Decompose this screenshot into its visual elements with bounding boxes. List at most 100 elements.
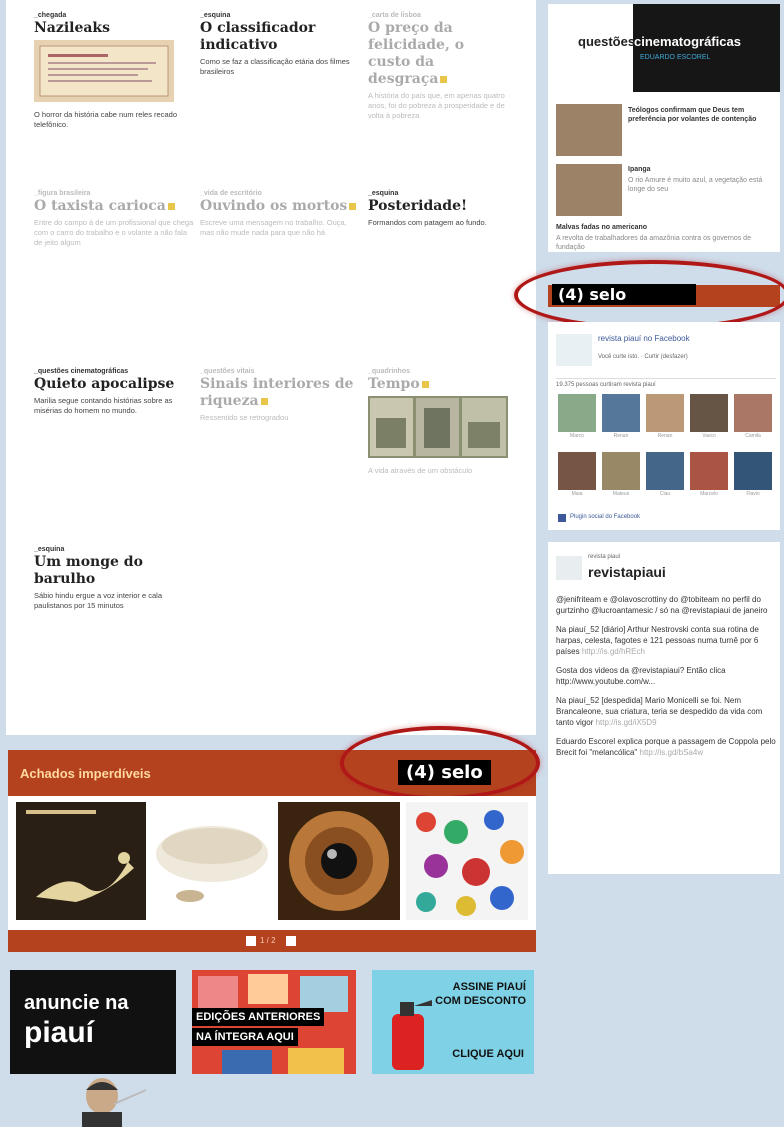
fan-avatar[interactable]: Maia — [558, 452, 596, 497]
tweet-link[interactable]: http://is.gd/iX5D9 — [596, 718, 657, 727]
article-title[interactable]: Sinais interiores de riqueza — [200, 376, 360, 410]
tweet-link[interactable]: http://is.gd/bSa4w — [640, 748, 704, 757]
post-desc-3: A revolta de trabalhadores da amazônia c… — [556, 235, 751, 251]
anuncie-text-1: anuncie na — [24, 992, 129, 1014]
article-title[interactable]: Um monge do barulho — [34, 554, 194, 588]
blog-header[interactable]: questões cinematográficas EDUARDO ESCORE… — [548, 4, 780, 92]
article-title[interactable]: Tempo — [368, 376, 528, 393]
product-image-4[interactable] — [406, 802, 528, 920]
tweet-text: Na piauí_52 [despedida] Mario Monicelli … — [556, 696, 763, 727]
twitter-handle[interactable]: revistapiaui — [588, 564, 666, 580]
tweet-4: Na piauí_52 [despedida] Mario Monicelli … — [556, 695, 776, 728]
product-image-1[interactable] — [16, 802, 146, 920]
highlight-marker-icon — [349, 202, 357, 210]
fan-name: Flavio — [746, 491, 760, 497]
assine-line-1: ASSINE PIAUÍ — [452, 981, 526, 993]
fan-photo — [558, 394, 596, 432]
article-title[interactable]: O preço da felicidade, o custo da desgra… — [368, 20, 508, 88]
fan-avatar[interactable]: Renan — [602, 394, 640, 439]
article-kicker: _chegada — [34, 12, 67, 19]
fan-name: Marcelo — [700, 491, 718, 497]
article-title[interactable]: Quieto apocalipse — [34, 376, 194, 393]
article-classificador[interactable]: _esquina O classificador indicativo Como… — [200, 12, 360, 77]
comic-strip-thumbnail[interactable] — [368, 396, 508, 458]
pager-prev-button[interactable] — [246, 936, 256, 946]
article-title[interactable]: O classificador indicativo — [200, 20, 360, 54]
tweet-5: Eduardo Escorel explica porque a passage… — [556, 736, 776, 758]
article-kicker: _vida de escritório — [200, 190, 262, 197]
post-thumbnail-1[interactable] — [556, 104, 622, 156]
assine-cta[interactable]: CLIQUE AQUI — [452, 1048, 524, 1060]
article-kicker: _esquina — [368, 190, 399, 197]
article-title[interactable]: Nazileaks — [34, 20, 194, 37]
article-title[interactable]: Ouvindo os mortos — [200, 198, 360, 215]
article-desc: Como se faz a classificação etária dos f… — [200, 57, 350, 76]
fan-avatar[interactable]: Vasco — [690, 394, 728, 439]
article-nazileaks[interactable]: _chegada Nazileaks O horror da história … — [34, 12, 194, 130]
post-title-3[interactable]: Malvas fadas no americano — [556, 224, 776, 231]
article-title[interactable]: O taxista carioca — [34, 198, 194, 215]
article-desc: Sábio hindu ergue a voz interior e cala … — [34, 591, 162, 610]
article-monge-barulho[interactable]: _esquina Um monge do barulho Sábio hindu… — [34, 546, 194, 611]
article-quieto-apocalipse[interactable]: _questões cinematográficas Quieto apocal… — [34, 368, 194, 416]
tweet-list: @jenifriteam e @olavoscrottiny do @tobit… — [556, 594, 776, 766]
article-taxista[interactable]: _figura brasileira O taxista carioca Ent… — [34, 190, 194, 248]
document-thumbnail[interactable] — [34, 40, 174, 102]
achados-gallery — [8, 796, 536, 930]
article-kicker: _quadrinhos — [368, 368, 411, 375]
product-image-2[interactable] — [150, 802, 274, 920]
article-tempo[interactable]: _quadrinhos Tempo A vida através de um o… — [368, 368, 528, 476]
tweet-1: @jenifriteam e @olavoscrottiny do @tobit… — [556, 595, 768, 615]
article-title[interactable]: Posteridade! — [368, 198, 528, 215]
article-kicker: _questões vitais — [200, 368, 255, 375]
magazine-cover-2 — [248, 974, 288, 1004]
product-image-3[interactable] — [278, 802, 400, 920]
fan-name: Renan — [657, 433, 673, 439]
post-thumbnail-2[interactable] — [556, 164, 622, 216]
fan-avatar[interactable]: Flavio — [734, 452, 772, 497]
fan-name: Mateus — [612, 491, 630, 497]
article-posteridade[interactable]: _esquina Posteridade! Formandos com pata… — [368, 190, 528, 228]
assine-banner[interactable]: ASSINE PIAUÍ COM DESCONTO CLIQUE AQUI — [372, 970, 534, 1074]
fan-photo — [646, 394, 684, 432]
facebook-likebox: revista piauí no Facebook Você curte ist… — [548, 322, 780, 530]
edicoes-anteriores-banner[interactable]: EDIÇÕES ANTERIORES NA ÍNTEGRA AQUI — [192, 970, 356, 1074]
post-title-2[interactable]: Ipanga — [628, 166, 776, 173]
highlight-marker-icon — [421, 380, 429, 388]
fan-avatar[interactable]: Camila — [734, 394, 772, 439]
post-title-1[interactable]: Teólogos confirmam que Deus tem preferên… — [628, 106, 776, 124]
article-ouvindo-mortos[interactable]: _vida de escritório Ouvindo os mortos Es… — [200, 190, 360, 238]
fb-page-link[interactable]: revista piauí no Facebook — [598, 334, 690, 343]
facebook-icon — [558, 514, 566, 522]
fan-photo — [558, 452, 596, 490]
magazine-cover-5 — [288, 1048, 344, 1074]
twitter-label: revista piauí — [588, 554, 621, 560]
pager-next-button[interactable] — [286, 936, 296, 946]
fan-avatar[interactable]: Mateus — [602, 452, 640, 497]
highlight-marker-icon — [440, 75, 448, 83]
magazine-cover-4 — [222, 1050, 272, 1074]
fan-name: Marco — [570, 433, 584, 439]
article-kicker: _esquina — [200, 12, 231, 19]
anuncie-banner[interactable]: anuncie na piauí — [10, 970, 176, 1074]
fb-plugin-label[interactable]: Plugin social do Facebook — [570, 514, 640, 520]
article-desc: Marilia segue contando histórias sobre a… — [34, 396, 173, 415]
highlight-marker-icon — [260, 397, 268, 405]
fan-name: Camila — [745, 433, 761, 439]
assine-line-2: COM DESCONTO — [435, 995, 526, 1007]
fb-liked-text[interactable]: Você curte isto. · Curtir (desfazer) — [598, 354, 688, 360]
fan-photo — [602, 452, 640, 490]
tweet-link[interactable]: http://is.gd/hREch — [582, 647, 645, 656]
article-preco-felicidade[interactable]: _carta de lisboa O preço da felicidade, … — [368, 12, 508, 121]
achados-pager-bar: 1 / 2 — [8, 930, 536, 952]
fan-avatar[interactable]: Marco — [558, 394, 596, 439]
article-sinais-interiores[interactable]: _questões vitais Sinais interiores de ri… — [200, 368, 360, 423]
tweet-3: Gosta dos videos da @revistapiaui? Então… — [556, 666, 726, 686]
fan-avatar[interactable]: Marcelo — [690, 452, 728, 497]
person-illustration — [82, 1078, 147, 1127]
fan-avatar[interactable]: Clau — [646, 452, 684, 497]
blog-author: EDUARDO ESCOREL — [640, 54, 711, 61]
fan-avatar[interactable]: Renan — [646, 394, 684, 439]
blog-title-word1: questões — [578, 34, 636, 49]
fan-photo — [602, 394, 640, 432]
